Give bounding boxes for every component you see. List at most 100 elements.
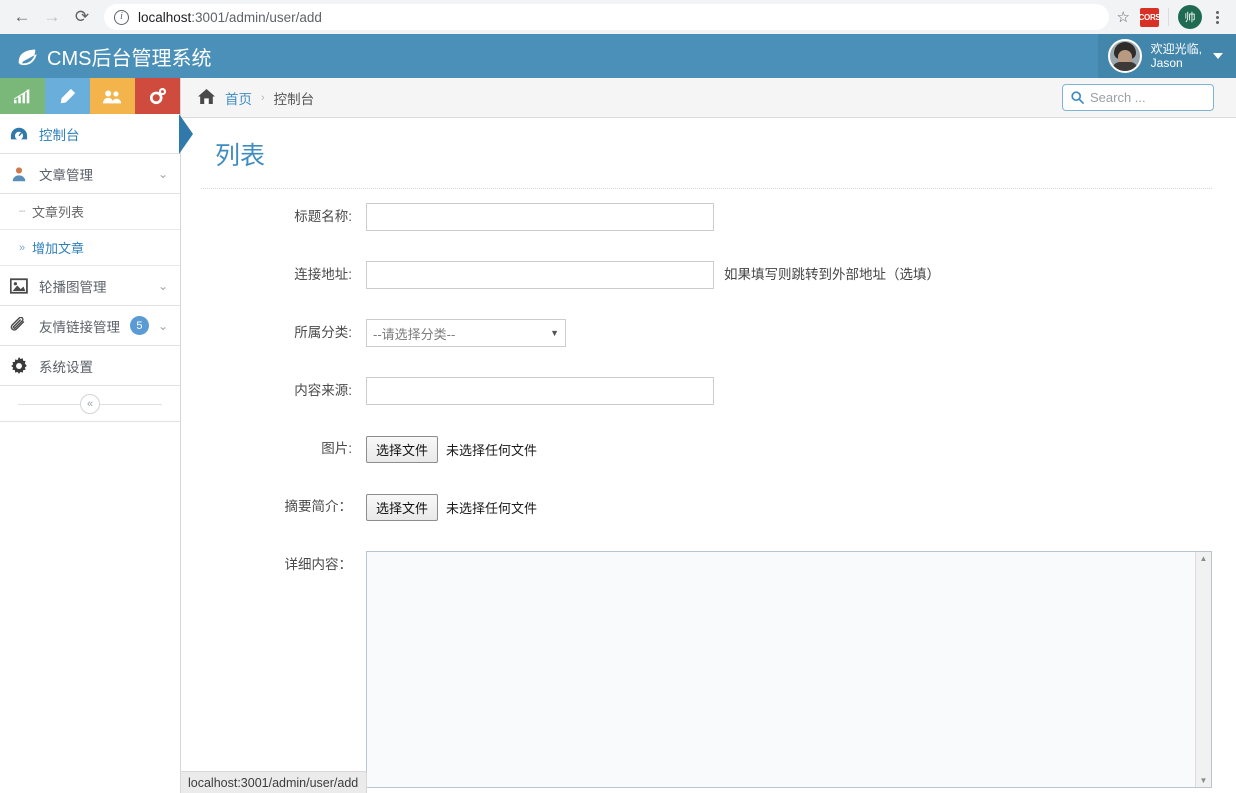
sidebar-item-friend-links[interactable]: 友情链接管理 5 ⌄ [0,306,180,346]
stats-tile[interactable] [0,78,45,114]
sidebar-collapse-row: « [0,386,180,422]
breadcrumb-separator: › [261,91,265,104]
sidebar-subitem-label: 增加文章 [32,241,85,256]
back-button[interactable]: ← [8,3,36,31]
form-row-title: 标题名称: [201,203,1212,231]
image-file-field: 选择文件 未选择任何文件 [366,435,537,463]
source-input[interactable] [366,377,714,405]
app-header: CMS后台管理系统 欢迎光临, Jason [0,34,1236,78]
form-row-link: 连接地址: 如果填写则跳转到外部地址（选填） [201,261,1212,289]
label-link: 连接地址: [294,267,352,282]
link-hint: 如果填写则跳转到外部地址（选填） [724,267,940,282]
collapse-sidebar-button[interactable]: « [80,393,100,414]
double-chevron-icon: » [18,241,26,254]
label-source: 内容来源: [294,383,352,398]
sidebar-item-dashboard[interactable]: 控制台 [0,113,193,154]
sidebar-item-label: 文章管理 [39,167,93,183]
form-row-source: 内容来源: [201,377,1212,405]
scroll-down-icon[interactable]: ▼ [1200,776,1208,785]
sidebar-item-label: 轮播图管理 [39,279,107,295]
user-greeting-block: 欢迎光临, Jason [1151,42,1202,70]
toolbar-divider [1168,8,1169,26]
address-bar[interactable]: i localhost:3001/admin/user/add [104,4,1109,30]
content-editor[interactable]: ▲ ▼ [366,551,1212,788]
search-icon [1071,91,1084,104]
sidebar-item-label: 系统设置 [39,359,93,375]
breadcrumb: 首页 › 控制台 [197,88,314,108]
dashboard-icon [10,126,32,142]
title-input[interactable] [366,203,714,231]
chevron-down-icon[interactable]: ⌄ [158,167,168,181]
sidebar-subitem-label: 文章列表 [32,205,85,220]
sidebar-subitem-article-list[interactable]: ┄ 文章列表 [0,194,180,230]
page-title: 列表 [215,142,266,170]
url-path: :3001/admin/user/add [191,9,322,25]
browser-profile-avatar[interactable]: 帅 [1178,5,1202,29]
content-panel: 列表 标题名称: 连接地址: 如果填写则跳转到外部地址（选填） 所属分类: --… [181,118,1236,793]
summary-file-field: 选择文件 未选择任何文件 [366,493,537,521]
form-row-image: 图片: 选择文件 未选择任何文件 [201,435,1212,463]
sidebar-item-label: 控制台 [39,127,80,143]
browser-status-bar: localhost:3001/admin/user/add [181,771,368,793]
chrome-menu-icon[interactable] [1206,5,1228,29]
home-icon[interactable] [197,88,216,108]
user-menu[interactable]: 欢迎光临, Jason [1097,34,1236,78]
sidebar-item-carousel[interactable]: 轮播图管理 ⌄ [0,266,180,306]
url-text: localhost:3001/admin/user/add [138,10,322,25]
cors-extension-icon[interactable]: CORS [1139,7,1161,27]
list-marker-icon: ┄ [18,206,26,218]
settings-tile[interactable] [135,78,180,114]
page-layout: 控制台 文章管理 ⌄ ┄ 文章列表 » 增加文章 轮播图管理 ⌄ 友情链接管理 … [0,78,1236,793]
category-select[interactable]: --请选择分类-- ▼ [366,319,566,347]
forward-button[interactable]: → [38,3,66,31]
chevron-down-icon[interactable] [1213,53,1223,59]
browser-toolbar: ← → ⟳ i localhost:3001/admin/user/add ☆ … [0,0,1236,34]
image-icon [10,277,32,294]
reload-button[interactable]: ⟳ [68,3,96,31]
url-host: localhost [138,9,192,25]
category-selected-value: --请选择分类-- [373,326,456,342]
app-title: CMS后台管理系统 [47,47,212,70]
users-tile[interactable] [90,78,135,114]
form-row-content: 详细内容： ▲ ▼ [201,551,1212,788]
sidebar-subitem-add-article[interactable]: » 增加文章 [0,230,180,266]
site-info-icon[interactable]: i [114,9,129,25]
sidebar-item-articles[interactable]: 文章管理 ⌄ [0,154,180,194]
link-input[interactable] [366,261,714,289]
sidebar-item-system-settings[interactable]: 系统设置 [0,346,180,386]
sidebar-item-label: 友情链接管理 [39,319,120,335]
content-scrollbar[interactable]: ▲ ▼ [1195,552,1211,787]
avatar [1107,39,1142,73]
sidebar: 控制台 文章管理 ⌄ ┄ 文章列表 » 增加文章 轮播图管理 ⌄ 友情链接管理 … [0,78,193,793]
search-box[interactable]: Search ... [1062,84,1214,111]
paperclip-icon [10,317,32,334]
status-bar-text: localhost:3001/admin/user/add [188,775,359,790]
edit-tile[interactable] [45,78,90,114]
form-row-category: 所属分类: --请选择分类-- ▼ [201,319,1212,347]
label-category: 所属分类: [294,325,352,340]
content-textarea[interactable] [367,552,1195,787]
summary-choose-file-button[interactable]: 选择文件 [366,493,439,521]
breadcrumb-item-current: 控制台 [273,91,315,107]
brand[interactable]: CMS后台管理系统 [0,42,211,71]
image-file-status: 未选择任何文件 [446,442,538,458]
leaf-icon [16,45,38,67]
user-greeting: 欢迎光临, [1150,42,1202,56]
chevron-down-icon[interactable]: ⌄ [158,279,168,293]
label-image: 图片: [321,441,352,456]
image-choose-file-button[interactable]: 选择文件 [366,435,439,463]
main-area: 首页 › 控制台 Search ... 列表 标题名称: 连接地址: 如果填写则… [181,78,1236,793]
label-content: 详细内容： [284,557,353,572]
summary-file-status: 未选择任何文件 [446,500,538,516]
scroll-up-icon[interactable]: ▲ [1200,554,1208,563]
content-topbar: 首页 › 控制台 Search ... [181,78,1236,118]
breadcrumb-item-home[interactable]: 首页 [225,88,252,108]
gear-icon [10,356,32,375]
chevron-down-icon[interactable]: ⌄ [158,319,168,333]
user-name: Jason [1150,56,1183,70]
search-input[interactable]: Search ... [1090,90,1146,105]
user-group-icon [10,166,32,182]
label-title: 标题名称: [294,209,352,224]
chevron-down-icon: ▼ [550,328,559,338]
bookmark-star-icon[interactable]: ☆ [1117,8,1130,26]
